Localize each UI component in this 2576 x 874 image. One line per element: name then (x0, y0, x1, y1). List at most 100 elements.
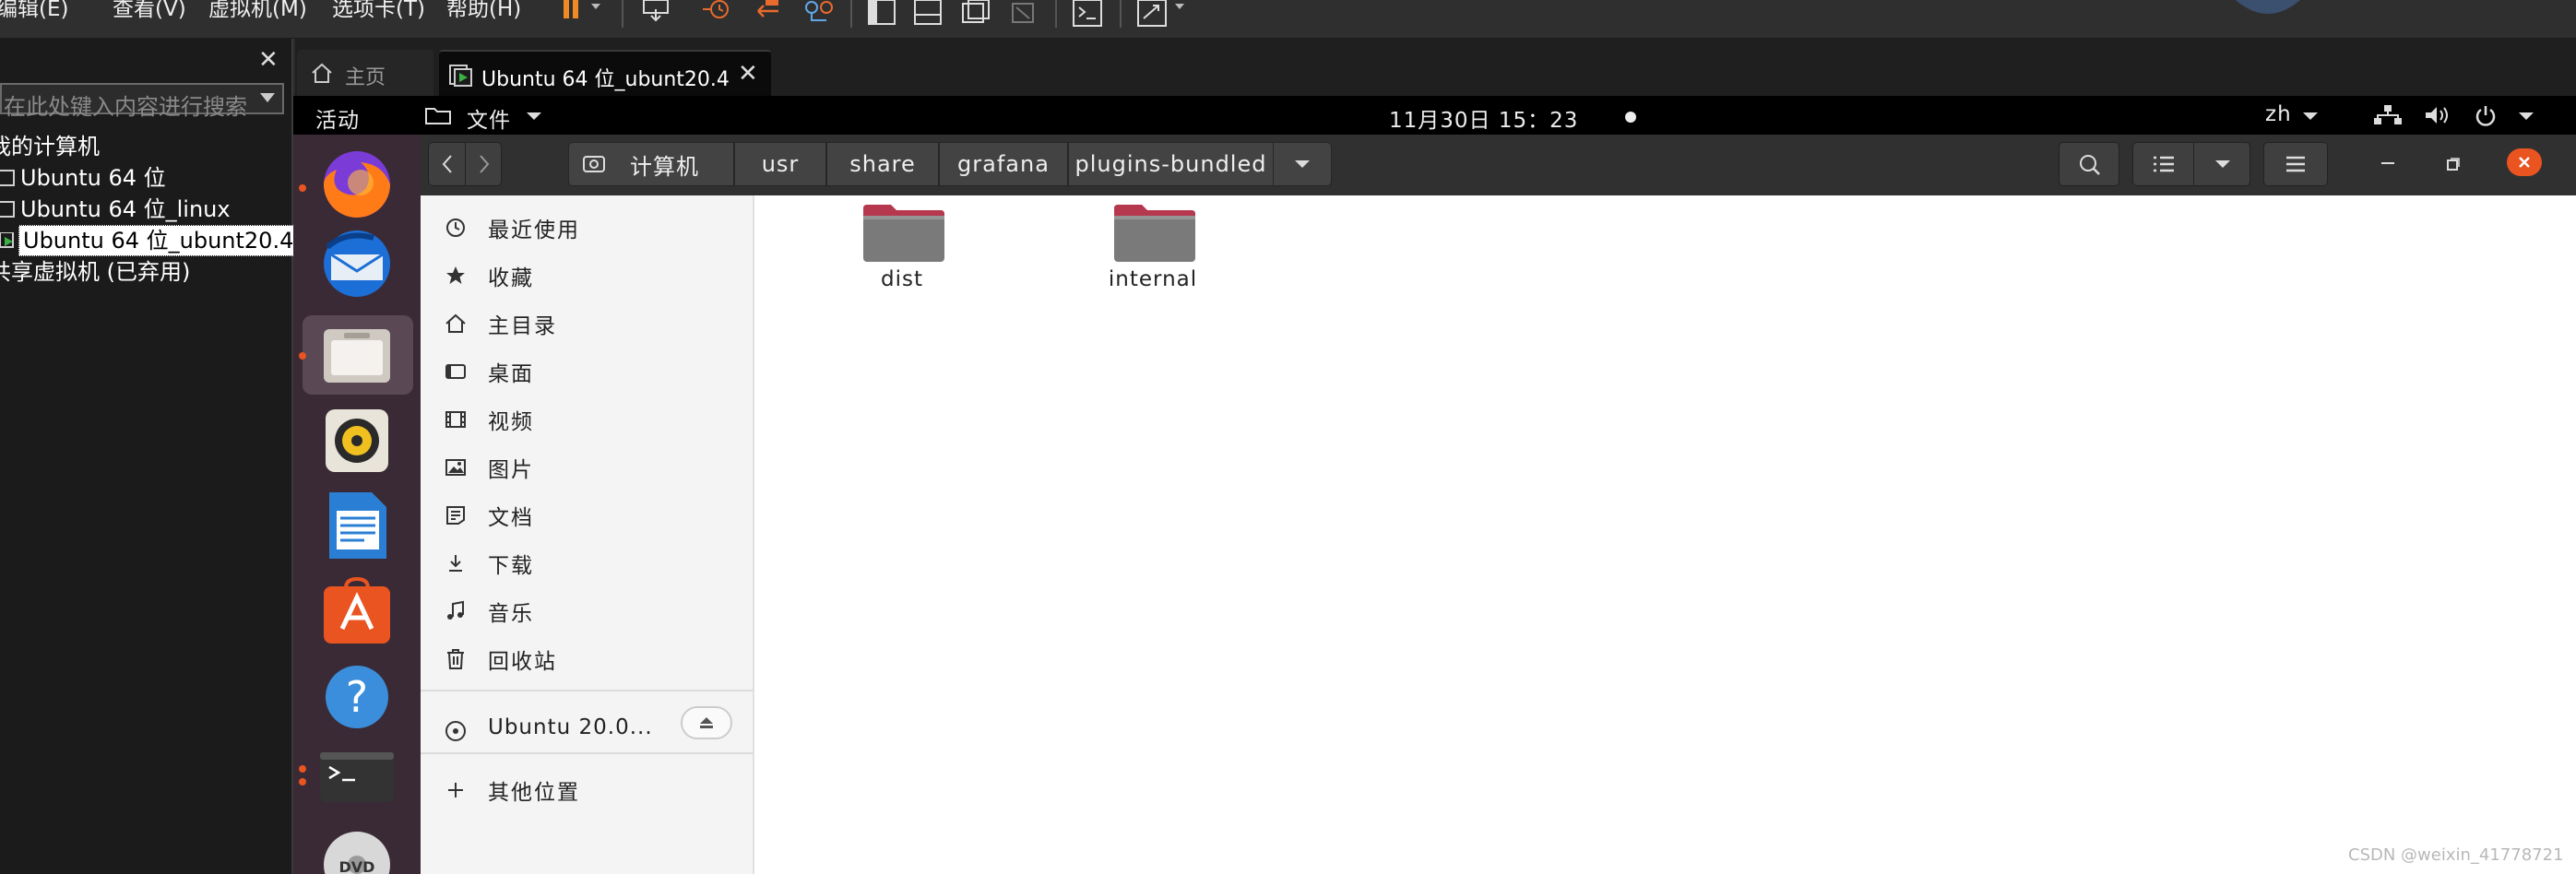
unity-button[interactable] (1003, 0, 1044, 23)
breadcrumb-computer[interactable]: 计算机 (568, 142, 734, 186)
menu-edit[interactable]: 编辑(E) (0, 0, 68, 20)
menu-button[interactable] (2263, 142, 2328, 186)
toolbar-separator (1120, 0, 1122, 28)
sidebar-separator (421, 690, 753, 691)
vm-icon (0, 170, 15, 186)
folder-label: dist (881, 267, 923, 291)
snapshot-button[interactable] (697, 0, 738, 22)
sidebar-item-device[interactable]: Ubuntu 20.0... (421, 706, 754, 752)
back-button[interactable] (429, 143, 466, 185)
revert-snapshot-button[interactable] (749, 0, 789, 22)
folder-item[interactable]: dist (819, 205, 985, 306)
fullscreen-icon (962, 0, 990, 23)
chevron-down-icon (2303, 112, 2318, 120)
console-button[interactable] (1068, 0, 1109, 27)
dock-dvd[interactable]: DVD (311, 821, 403, 874)
search-icon (2080, 155, 2100, 175)
drive-icon (583, 156, 605, 172)
breadcrumb-grafana[interactable]: grafana (939, 142, 1068, 186)
dock-rhythmbox[interactable] (311, 400, 403, 481)
watermark: CSDN @weixin_41778721 (2348, 845, 2564, 865)
running-vm-icon (0, 232, 14, 248)
activities-button[interactable]: 活动 (315, 102, 360, 134)
dock-libreoffice-writer[interactable] (311, 485, 403, 566)
dock-thunderbird[interactable] (311, 223, 403, 304)
breadcrumb-share[interactable]: share (826, 142, 939, 186)
path-menu-button[interactable] (1273, 142, 1332, 186)
sidebar-item-home[interactable]: 主目录 (421, 299, 754, 345)
list-view-button[interactable] (2133, 143, 2194, 185)
library-close-icon[interactable]: ✕ (258, 48, 279, 72)
sidebar-item-recent[interactable]: 最近使用 (421, 203, 754, 249)
download-icon (449, 555, 462, 572)
search-button[interactable] (2059, 142, 2119, 186)
sidebar-item-starred[interactable]: 收藏 (421, 251, 754, 297)
menu-vm[interactable]: 虚拟机(M) (208, 0, 307, 20)
folder-item[interactable]: internal (1070, 205, 1236, 306)
snapshot-manager-button[interactable] (799, 0, 839, 22)
menu-help[interactable]: 帮助(H) (446, 0, 521, 20)
chevron-left-icon (442, 155, 452, 173)
picture-icon (445, 459, 466, 476)
dvd-icon: DVD (324, 832, 390, 874)
dock-help[interactable]: ? (311, 656, 403, 738)
dock-terminal[interactable] (311, 738, 403, 819)
forward-button[interactable] (466, 143, 503, 185)
fullscreen-button[interactable] (956, 0, 996, 23)
sidebar-item-music[interactable]: 音乐 (421, 586, 754, 632)
chevron-down-icon (2215, 160, 2230, 168)
sidebar-item-pictures[interactable]: 图片 (421, 443, 754, 489)
clock-icon (446, 218, 465, 237)
tree-shared-vms[interactable]: 共享虚拟机 (已弃用) (0, 256, 190, 288)
sidebar-item-downloads[interactable]: 下载 (421, 538, 754, 585)
app-menu-files[interactable]: 文件 (467, 102, 511, 134)
power-icon (2475, 106, 2496, 126)
view-menu-button[interactable] (2194, 143, 2251, 185)
sidebar-item-desktop[interactable]: 桌面 (421, 347, 754, 393)
tab-home[interactable]: 主页 (297, 50, 433, 96)
window-close-button[interactable] (2507, 148, 2542, 176)
dock-software[interactable] (311, 572, 403, 653)
eject-button[interactable] (681, 706, 732, 739)
tab-vm-ubuntu20[interactable]: Ubuntu 64 位_ubunt20.4 ✕ (439, 50, 771, 96)
pause-icon (564, 0, 600, 18)
toolbar-separator (622, 0, 623, 28)
vmware-menubar: 编辑(E) 查看(V) 虚拟机(M) 选项卡(T) 帮助(H) (0, 0, 2576, 39)
sidebar-item-documents[interactable]: 文档 (421, 490, 754, 537)
chevron-down-icon (527, 112, 541, 120)
folder-icon (1114, 205, 1195, 262)
dock-firefox[interactable] (311, 144, 403, 225)
sidebar-separator (421, 752, 753, 754)
menu-tabs[interactable]: 选项卡(T) (332, 0, 425, 20)
library-search-input[interactable]: 在此处键入内容进行搜索 (0, 83, 284, 120)
hamburger-menu-icon (2286, 156, 2305, 172)
send-keys-button[interactable] (638, 0, 675, 22)
sidebar-item-videos[interactable]: 视频 (421, 395, 754, 441)
tree-my-computer[interactable]: 我的计算机 (0, 131, 100, 162)
breadcrumb-usr[interactable]: usr (734, 142, 826, 186)
stretch-button[interactable] (1133, 0, 1192, 27)
tab-close-icon[interactable]: ✕ (738, 60, 758, 88)
clock[interactable]: 11月30日 15：23 (1389, 102, 1578, 134)
view-sidebar-button[interactable] (861, 0, 902, 25)
terminal-icon (320, 752, 394, 802)
view-thumbnail-button[interactable] (908, 0, 948, 25)
tree-selected-label: Ubuntu 64 位_ubunt20.4 (18, 225, 299, 256)
svg-text:?: ? (346, 672, 368, 722)
maximize-icon (2447, 158, 2460, 171)
rhythmbox-icon (326, 409, 388, 472)
language-indicator[interactable]: zh (2265, 102, 2292, 126)
toolbar-separator (1055, 0, 1057, 28)
pause-button[interactable] (557, 0, 609, 22)
send-keys-icon (643, 0, 669, 22)
list-view-icon (2153, 156, 2174, 172)
snapshot-manager-icon (805, 1, 833, 21)
tree-vm-ubuntu20[interactable]: Ubuntu 64 位_ubunt20.4 (0, 225, 299, 256)
breadcrumb-plugins-bundled[interactable]: plugins-bundled (1068, 142, 1273, 186)
menu-view[interactable]: 查看(V) (113, 0, 186, 20)
dock-files[interactable] (311, 315, 403, 396)
nautilus-headerbar: 计算机 usr share grafana plugins-bundled (421, 135, 2576, 195)
sidebar-item-trash[interactable]: 回收站 (421, 634, 754, 680)
sidebar-item-other-locations[interactable]: 其他位置 (421, 765, 754, 811)
running-indicator (299, 352, 306, 360)
